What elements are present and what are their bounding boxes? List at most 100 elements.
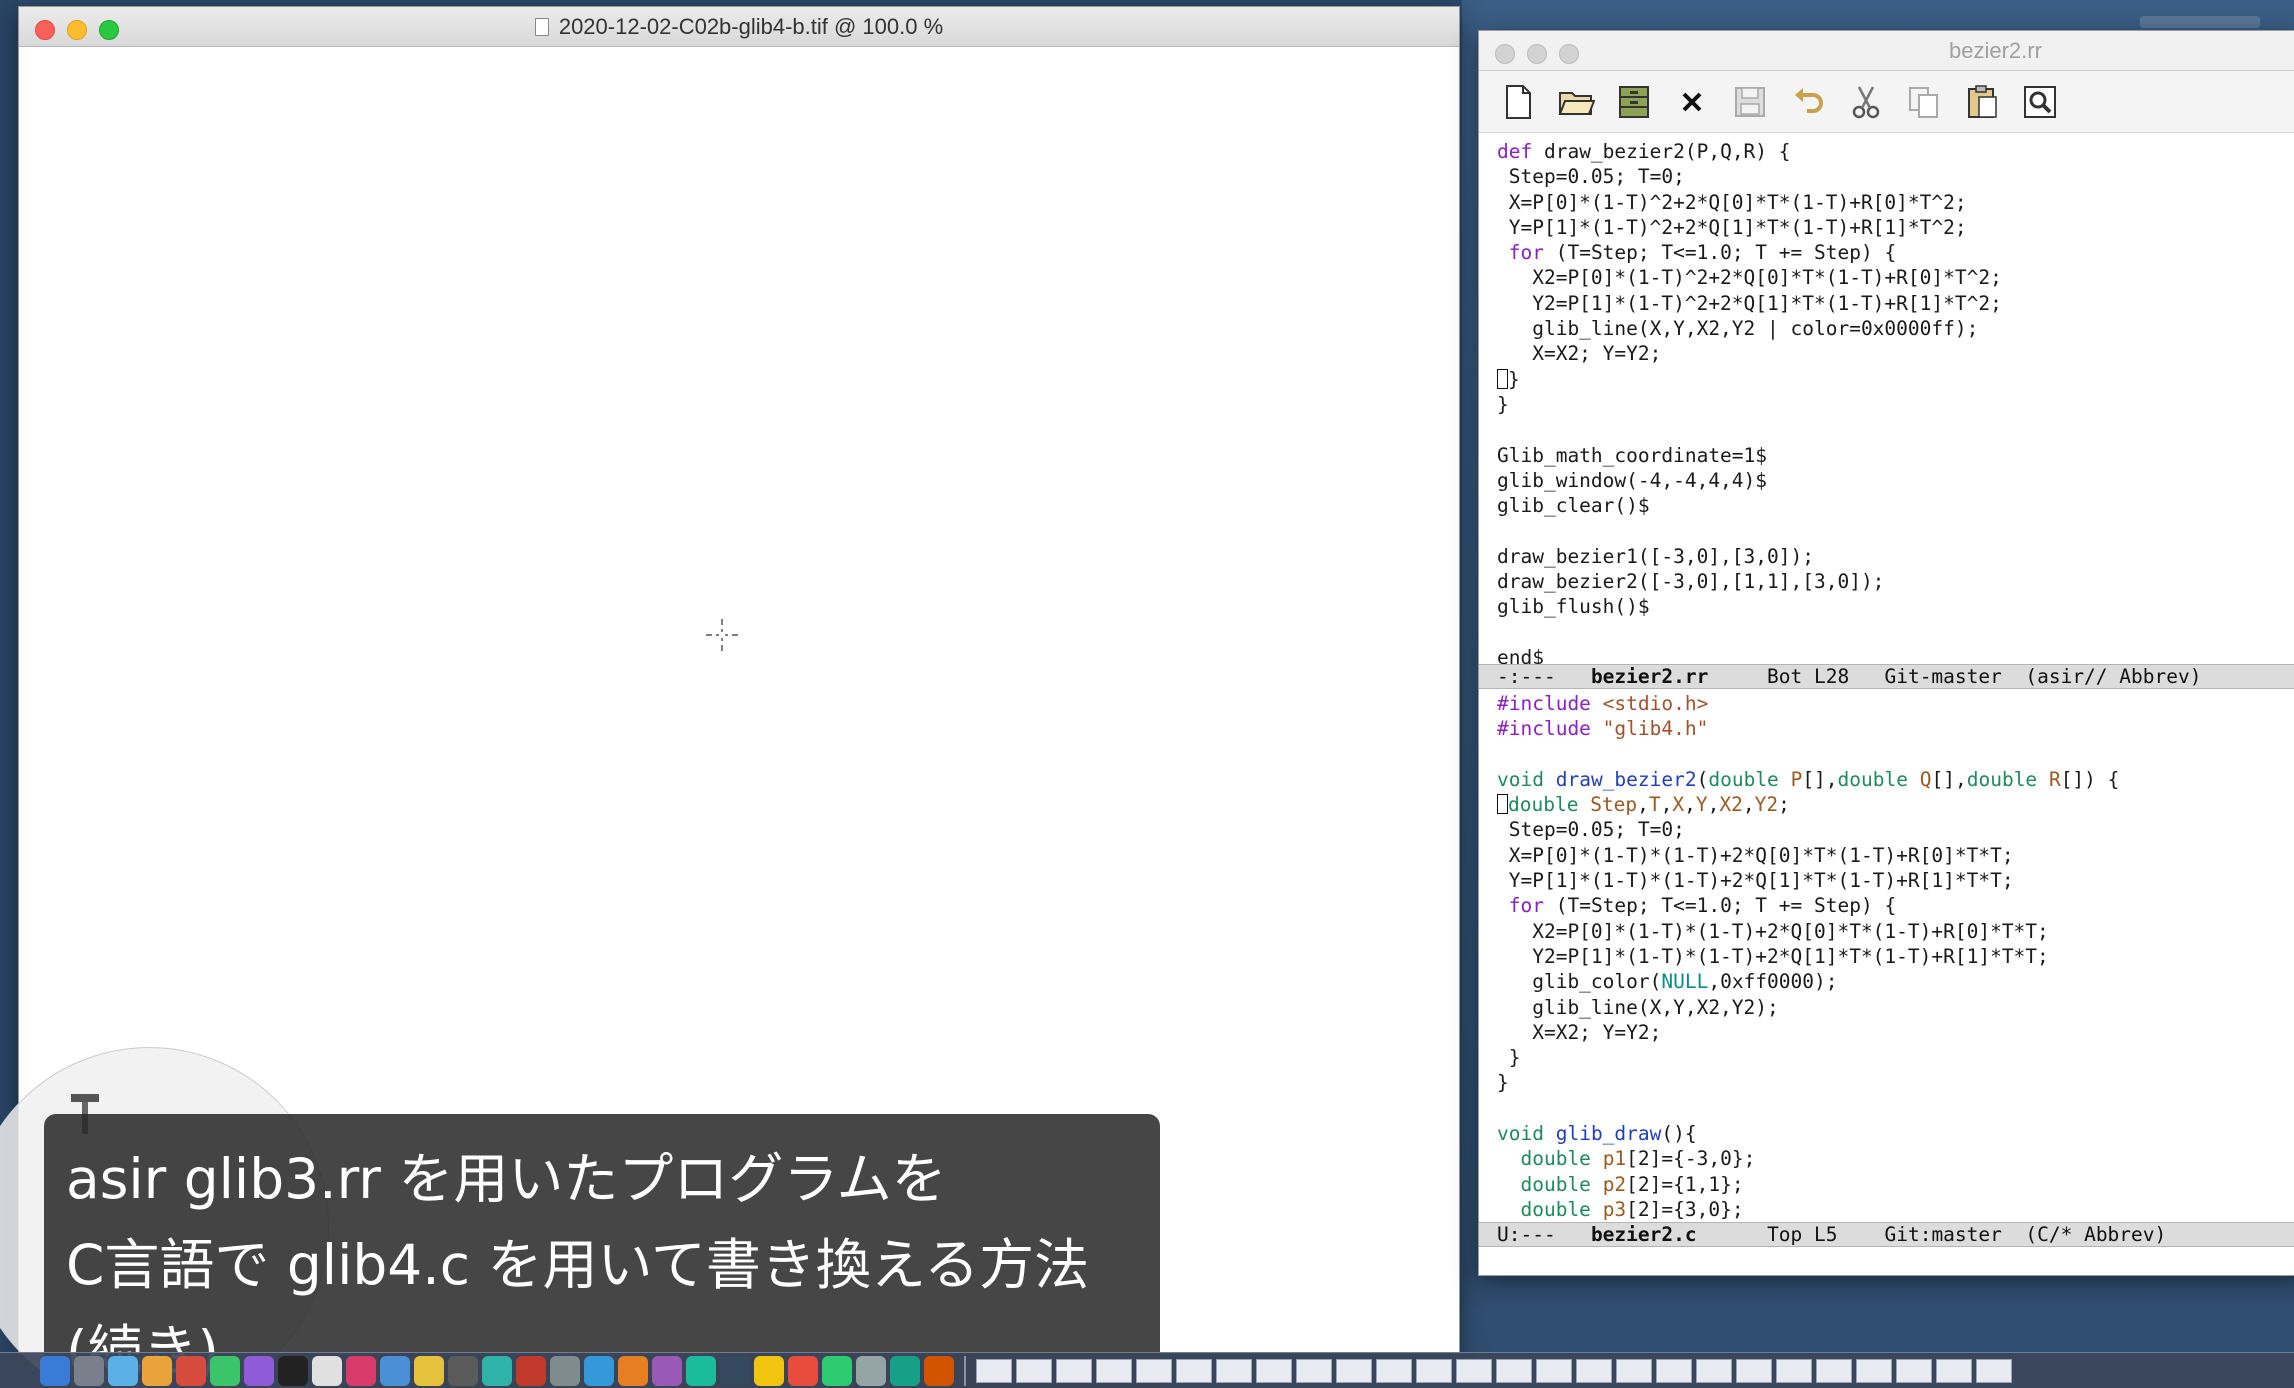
dock-app-icon[interactable]	[108, 1355, 138, 1386]
emacs-zoom-button[interactable]	[1559, 44, 1579, 64]
dock-minimized-window[interactable]	[1856, 1358, 1892, 1383]
dock-minimized-window[interactable]	[1496, 1358, 1532, 1383]
code-line[interactable]: glib_color(NULL,0xff0000);	[1497, 969, 2294, 994]
code-line[interactable]: X=X2; Y=Y2;	[1497, 341, 2294, 366]
cut-button[interactable]	[1843, 79, 1889, 125]
dock-app-icon[interactable]	[550, 1355, 580, 1386]
dock-minimized-window[interactable]	[1176, 1358, 1212, 1383]
dock-app-icon[interactable]	[40, 1355, 70, 1386]
dock-minimized-window[interactable]	[1776, 1358, 1812, 1383]
save-button[interactable]	[1727, 79, 1773, 125]
code-line[interactable]: double Step,T,X,Y,X2,Y2;	[1497, 792, 2294, 817]
dock-app-icon[interactable]	[652, 1355, 682, 1386]
code-line[interactable]: glib_line(X,Y,X2,Y2);	[1497, 995, 2294, 1020]
code-line[interactable]: X2=P[0]*(1-T)^2+2*Q[0]*T*(1-T)+R[0]*T^2;	[1497, 265, 2294, 290]
dock-app-icon[interactable]	[176, 1355, 206, 1386]
asir-code-buffer[interactable]: def draw_bezier2(P,Q,R) { Step=0.05; T=0…	[1479, 133, 2294, 664]
dock-app-icon[interactable]	[720, 1355, 750, 1386]
dock-minimized-window[interactable]	[1136, 1358, 1172, 1383]
zoom-window-button[interactable]	[99, 20, 119, 40]
dock-minimized-window[interactable]	[1696, 1358, 1732, 1383]
code-line[interactable]: for (T=Step; T<=1.0; T += Step) {	[1497, 240, 2294, 265]
code-line[interactable]: glib_window(-4,-4,4,4)$	[1497, 468, 2294, 493]
code-line[interactable]: X2=P[0]*(1-T)*(1-T)+2*Q[0]*T*(1-T)+R[0]*…	[1497, 919, 2294, 944]
dock-minimized-window[interactable]	[1336, 1358, 1372, 1383]
code-line[interactable]	[1497, 742, 2294, 767]
kill-buffer-button[interactable]	[1669, 79, 1715, 125]
dock-app-icon[interactable]	[516, 1355, 546, 1386]
code-line[interactable]: draw_bezier2([-3,0],[1,1],[3,0]);	[1497, 569, 2294, 594]
undo-button[interactable]	[1785, 79, 1831, 125]
dock-minimized-window[interactable]	[1056, 1358, 1092, 1383]
dock-app-icon[interactable]	[312, 1355, 342, 1386]
dock-app-icon[interactable]	[380, 1355, 410, 1386]
code-line[interactable]	[1497, 620, 2294, 645]
code-line[interactable]: draw_bezier1([-3,0],[3,0]);	[1497, 544, 2294, 569]
dock-minimized-window[interactable]	[1656, 1358, 1692, 1383]
dock-app-icon[interactable]	[890, 1355, 920, 1386]
code-line[interactable]: for (T=Step; T<=1.0; T += Step) {	[1497, 893, 2294, 918]
dock-app-icon[interactable]	[74, 1355, 104, 1386]
code-line[interactable]: glib_clear()$	[1497, 493, 2294, 518]
paste-button[interactable]	[1959, 79, 2005, 125]
dock-minimized-window[interactable]	[1736, 1358, 1772, 1383]
code-line[interactable]: void draw_bezier2(double P[],double Q[],…	[1497, 767, 2294, 792]
dock-app-icon[interactable]	[210, 1355, 240, 1386]
code-line[interactable]: #include <stdio.h>	[1497, 691, 2294, 716]
dock-app-icon[interactable]	[686, 1355, 716, 1386]
minimize-window-button[interactable]	[67, 20, 87, 40]
dock-app-icon[interactable]	[788, 1355, 818, 1386]
dock-app-icon[interactable]	[822, 1355, 852, 1386]
new-file-button[interactable]	[1495, 79, 1541, 125]
dock-minimized-window[interactable]	[1616, 1358, 1652, 1383]
dock-minimized-window[interactable]	[1976, 1358, 2012, 1383]
dock-minimized-window[interactable]	[1456, 1358, 1492, 1383]
viewer-titlebar[interactable]: 2020-12-02-C02b-glib4-b.tif @ 100.0 %	[19, 7, 1459, 47]
code-line[interactable]: Y=P[1]*(1-T)*(1-T)+2*Q[1]*T*(1-T)+R[1]*T…	[1497, 868, 2294, 893]
dock-minimized-window[interactable]	[1936, 1358, 1972, 1383]
dock-app-icon[interactable]	[142, 1355, 172, 1386]
dock-app-icon[interactable]	[346, 1355, 376, 1386]
close-window-button[interactable]	[35, 20, 55, 40]
open-file-button[interactable]	[1553, 79, 1599, 125]
code-line[interactable]: }	[1497, 1070, 2294, 1095]
dock-app-icon[interactable]	[414, 1355, 444, 1386]
code-line[interactable]: def draw_bezier2(P,Q,R) {	[1497, 139, 2294, 164]
dock-minimized-window[interactable]	[1256, 1358, 1292, 1383]
dock-minimized-window[interactable]	[1536, 1358, 1572, 1383]
code-line[interactable]: Y2=P[1]*(1-T)^2+2*Q[1]*T*(1-T)+R[1]*T^2;	[1497, 291, 2294, 316]
code-line[interactable]: }	[1497, 392, 2294, 417]
code-line[interactable]: double p1[2]={-3,0};	[1497, 1146, 2294, 1171]
code-line[interactable]: void glib_draw(){	[1497, 1121, 2294, 1146]
dock-minimized-window[interactable]	[1816, 1358, 1852, 1383]
c-code-buffer[interactable]: #include <stdio.h> #include "glib4.h" voi…	[1479, 689, 2294, 1222]
dock-app-icon[interactable]	[244, 1355, 274, 1386]
code-line[interactable]: double p3[2]={3,0};	[1497, 1197, 2294, 1222]
dock-minimized-window[interactable]	[976, 1358, 1012, 1383]
code-line[interactable]: X=P[0]*(1-T)*(1-T)+2*Q[0]*T*(1-T)+R[0]*T…	[1497, 843, 2294, 868]
code-line[interactable]: Step=0.05; T=0;	[1497, 164, 2294, 189]
dock-app-icon[interactable]	[924, 1355, 954, 1386]
code-line[interactable]	[1497, 1096, 2294, 1121]
dock-minimized-window[interactable]	[1216, 1358, 1252, 1383]
dock-app-icon[interactable]	[482, 1355, 512, 1386]
code-line[interactable]: Step=0.05; T=0;	[1497, 817, 2294, 842]
dock-app-icon[interactable]	[584, 1355, 614, 1386]
code-line[interactable]: double p2[2]={1,1};	[1497, 1172, 2294, 1197]
emacs-titlebar[interactable]: bezier2.rr	[1479, 31, 2294, 71]
code-line[interactable]: glib_line(X,Y,X2,Y2 | color=0x0000ff);	[1497, 316, 2294, 341]
dock-app-icon[interactable]	[754, 1355, 784, 1386]
code-line[interactable]: glib_flush()$	[1497, 594, 2294, 619]
dock-app-icon[interactable]	[448, 1355, 478, 1386]
dired-button[interactable]	[1611, 79, 1657, 125]
code-line[interactable]: end$	[1497, 645, 2294, 664]
copy-button[interactable]	[1901, 79, 1947, 125]
dock-minimized-window[interactable]	[1896, 1358, 1932, 1383]
search-button[interactable]	[2017, 79, 2063, 125]
dock-minimized-window[interactable]	[1096, 1358, 1132, 1383]
dock-minimized-window[interactable]	[1416, 1358, 1452, 1383]
code-line[interactable]: #include "glib4.h"	[1497, 716, 2294, 741]
code-line[interactable]: }	[1497, 367, 2294, 392]
dock-app-icon[interactable]	[856, 1355, 886, 1386]
emacs-minimize-button[interactable]	[1527, 44, 1547, 64]
